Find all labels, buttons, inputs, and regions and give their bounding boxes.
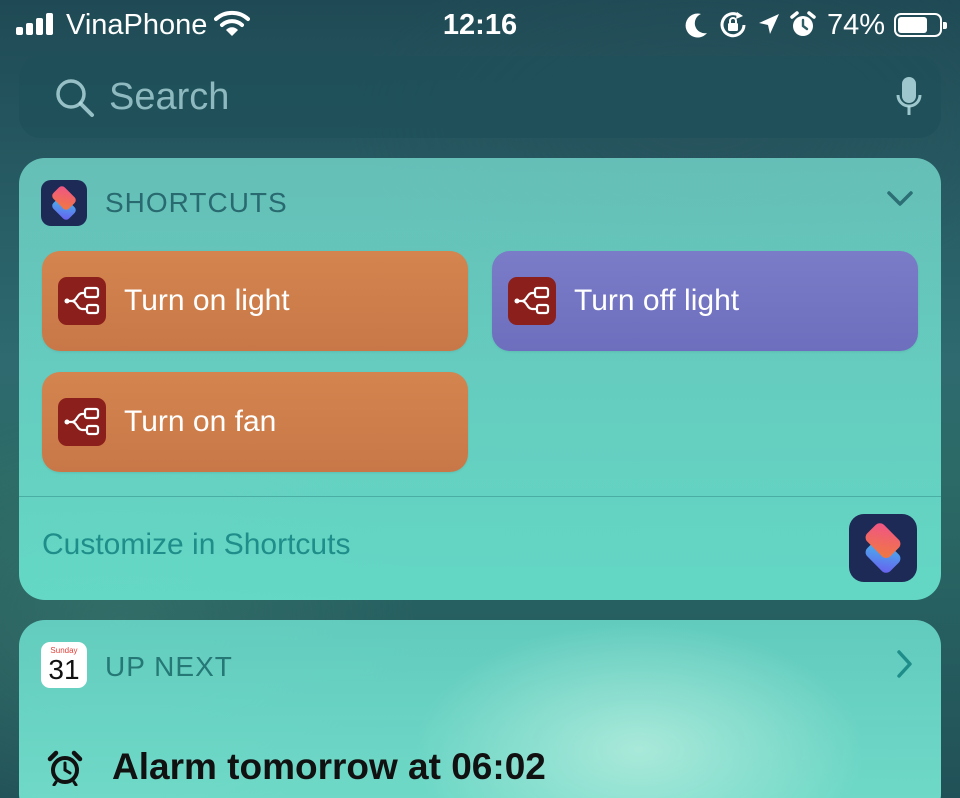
shortcuts-app-icon xyxy=(41,180,87,226)
shortcuts-widget-title: SHORTCUTS xyxy=(105,187,288,218)
rotation-lock-icon xyxy=(720,12,746,38)
battery-icon xyxy=(894,13,947,37)
divider xyxy=(19,496,941,497)
customize-in-shortcuts-link[interactable]: Customize in Shortcuts xyxy=(42,528,350,562)
chevron-down-icon[interactable] xyxy=(887,191,913,207)
up-next-widget: Sunday 31 UP NEXT Alarm tomorrow at 06:0… xyxy=(19,620,941,798)
shortcuts-app-button[interactable] xyxy=(849,514,917,582)
node-red-icon xyxy=(58,398,106,446)
shortcut-label: Turn off light xyxy=(574,284,740,317)
shortcut-button-turn-on-light[interactable]: Turn on light xyxy=(42,251,468,351)
chevron-right-icon[interactable] xyxy=(897,650,913,678)
calendar-icon: Sunday 31 xyxy=(41,642,87,688)
shortcuts-logo-icon xyxy=(52,186,76,220)
moon-icon xyxy=(685,13,707,38)
alarm-event-text[interactable]: Alarm tomorrow at 06:02 xyxy=(112,746,546,788)
shortcut-label: Turn on fan xyxy=(124,405,277,438)
calendar-date: 31 xyxy=(48,654,80,685)
shortcut-button-turn-on-fan[interactable]: Turn on fan xyxy=(42,372,468,472)
search-bar[interactable]: Search xyxy=(19,56,941,138)
node-red-icon xyxy=(58,277,106,325)
shortcuts-widget: SHORTCUTS Turn on light Turn off light T… xyxy=(19,158,941,600)
shortcut-label: Turn on light xyxy=(124,284,290,317)
location-icon xyxy=(758,14,779,34)
shortcuts-logo-icon xyxy=(865,523,901,573)
microphone-icon[interactable] xyxy=(895,75,923,119)
alarm-clock-icon xyxy=(47,750,83,786)
battery-percentage: 74% xyxy=(826,8,885,41)
search-icon xyxy=(56,79,94,117)
shortcut-button-turn-off-light[interactable]: Turn off light xyxy=(492,251,918,351)
shortcuts-widget-header: SHORTCUTS xyxy=(41,180,288,226)
up-next-title: UP NEXT xyxy=(105,651,233,682)
node-red-icon xyxy=(508,277,556,325)
search-input[interactable]: Search xyxy=(109,76,229,119)
status-bar: VinaPhone 12:16 74% xyxy=(0,0,960,50)
alarm-icon xyxy=(790,11,816,36)
